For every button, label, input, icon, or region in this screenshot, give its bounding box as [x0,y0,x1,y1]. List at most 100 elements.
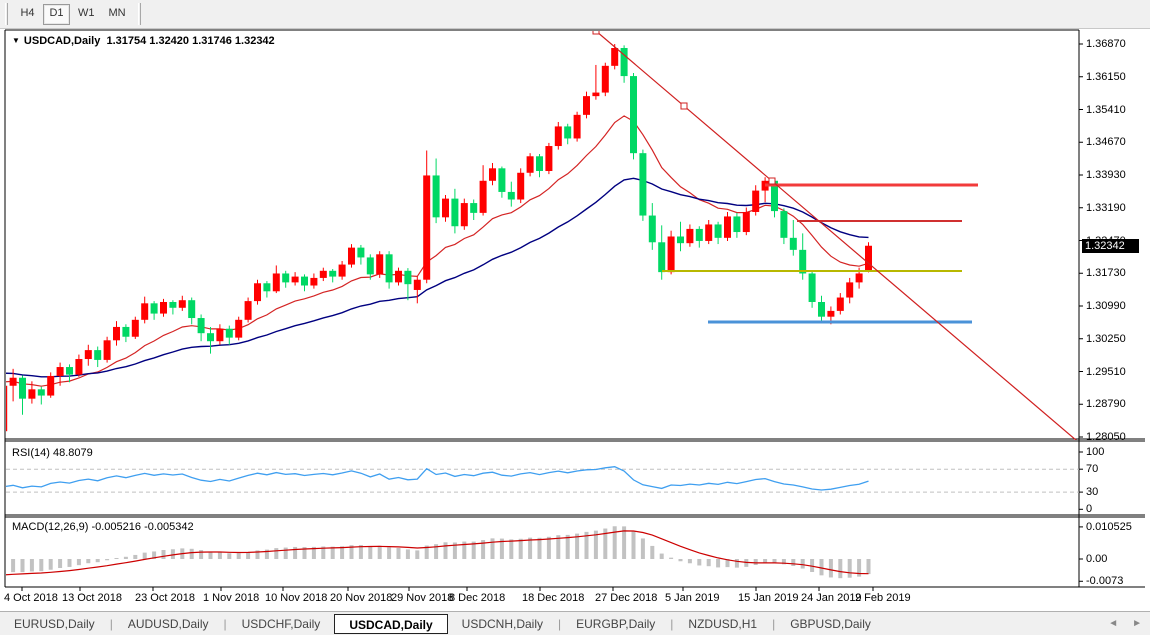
macd-histogram-bar [96,559,100,562]
candle-body [141,303,148,319]
candle-body [545,146,552,171]
chart-tab-eurusd[interactable]: EURUSD,Daily [0,614,109,634]
trendline-handle[interactable] [769,178,775,184]
chart-tab-usdchf[interactable]: USDCHF,Daily [228,614,335,634]
macd-histogram-bar [218,552,222,559]
chart-tab-nzdusd[interactable]: NZDUSD,H1 [674,614,771,634]
price-axis-label: 1.28790 [1086,398,1126,410]
macd-histogram-bar [162,550,166,559]
price-axis-label: 1.35410 [1086,104,1126,116]
candle-body [433,175,440,217]
date-axis-label: 5 Jan 2019 [665,592,719,604]
date-axis-label: 1 Nov 2018 [203,592,259,604]
macd-histogram-bar [39,559,43,571]
trendline-handle[interactable] [593,28,599,34]
macd-histogram-bar [679,559,683,561]
fast-ma-line [4,116,869,386]
candle-body [216,329,223,341]
candle-body [696,229,703,241]
candle-body [235,320,242,338]
candle-body [179,300,186,308]
candle-body [113,327,120,340]
candle-body [151,303,158,313]
candle-body [66,367,73,375]
candle-body [752,191,759,212]
price-axis-label: 1.36870 [1086,38,1126,50]
chart-tab-gbpusd[interactable]: GBPUSD,Daily [776,614,885,634]
rsi-panel[interactable] [4,467,1079,492]
candle-body [94,350,101,360]
candle-body [724,216,731,237]
candle-body [132,320,139,337]
candle-body [555,126,562,146]
macd-histogram-bar [716,559,720,567]
chart-tab-eurgbp[interactable]: EURGBP,Daily [562,614,669,634]
candlestick-series [0,44,872,436]
candle-body [348,248,355,265]
candle-body [85,350,92,359]
macd-histogram-bar [237,553,241,559]
candle-body [19,378,26,399]
tab-scroll-right-icon[interactable]: ► [1132,618,1142,629]
candle-body [489,168,496,180]
macd-histogram-bar [867,559,871,574]
main-chart-canvas[interactable] [0,0,1150,635]
candle-body [790,238,797,250]
price-panel[interactable] [0,28,1090,452]
chart-tab-audusd[interactable]: AUDUSD,Daily [114,614,223,634]
candle-body [442,199,449,218]
macd-histogram-bar [378,546,382,559]
macd-histogram-bar [697,559,701,565]
macd-histogram-bar [791,559,795,566]
candle-body [658,242,665,272]
candle-body [395,271,402,283]
chart-tab-usdcad[interactable]: USDCAD,Daily [334,614,447,634]
macd-axis-label: 0.010525 [1086,521,1132,533]
date-axis-label: 27 Dec 2018 [595,592,657,604]
chart-ohlc-values: 1.31754 1.32420 1.31746 1.32342 [106,35,274,47]
date-axis-label: 23 Oct 2018 [135,592,195,604]
candle-body [574,115,581,139]
candle-body [733,216,740,232]
candle-body [649,216,656,243]
macd-histogram-bar [199,550,203,559]
candle-body [818,302,825,317]
candle-body [292,277,299,283]
candle-body [865,246,872,272]
macd-histogram-bar [368,546,372,559]
macd-histogram-bar [669,558,673,559]
candle-body [498,168,505,192]
macd-panel[interactable] [2,526,871,578]
macd-histogram-bar [660,554,664,559]
macd-histogram-bar [227,553,231,559]
macd-histogram-bar [707,559,711,566]
candle-body [226,329,233,338]
symbol-dropdown-icon[interactable]: ▼ [12,36,20,45]
macd-histogram-bar [829,559,833,577]
candle-body [47,376,54,396]
macd-histogram-bar [547,537,551,559]
rsi-axis-label: 100 [1086,446,1104,458]
chart-tab-usdcnh[interactable]: USDCNH,Daily [448,614,557,634]
candle-body [282,273,289,282]
date-axis-label: 13 Oct 2018 [62,592,122,604]
macd-histogram-bar [105,559,109,560]
macd-histogram-bar [21,559,25,572]
macd-histogram-bar [86,559,90,563]
tab-scroll-left-icon[interactable]: ◄ [1108,618,1118,629]
candle-body [686,229,693,243]
macd-histogram-bar [519,539,523,559]
candle-body [57,367,64,376]
price-axis-label: 1.30250 [1086,333,1126,345]
price-axis-label: 1.36150 [1086,71,1126,83]
macd-histogram-bar [444,542,448,559]
candle-body [320,271,327,278]
date-axis-label: 4 Oct 2018 [4,592,58,604]
macd-histogram-bar [688,559,692,563]
candle-body [75,359,82,375]
candle-body [10,378,17,386]
candle-body [339,265,346,277]
trendline-handle[interactable] [681,103,687,109]
rsi-axis-label: 70 [1086,463,1098,475]
price-axis-label: 1.33190 [1086,202,1126,214]
